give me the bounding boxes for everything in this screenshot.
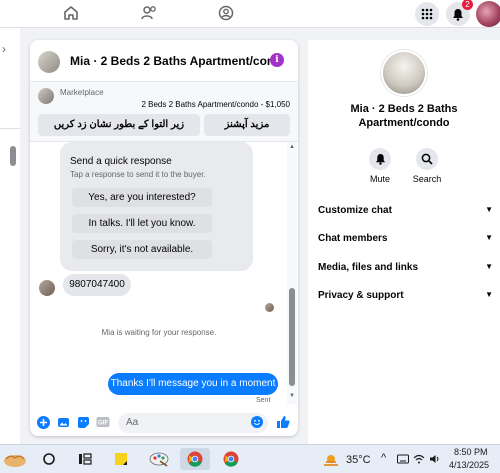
section-label: Customize chat bbox=[318, 205, 392, 216]
emoji-icon[interactable] bbox=[250, 415, 264, 429]
more-options-button[interactable]: مزید آپشنز bbox=[204, 114, 290, 136]
chevron-down-icon: ▼ bbox=[485, 233, 493, 242]
sent-status: Sent bbox=[256, 397, 271, 404]
photo-icon[interactable] bbox=[56, 415, 70, 429]
scroll-up-arrow-icon[interactable]: ▲ bbox=[289, 144, 295, 150]
thumbs-up-icon[interactable] bbox=[276, 415, 290, 429]
mute-button[interactable]: Mute bbox=[360, 148, 400, 184]
message-input[interactable]: Aa bbox=[118, 413, 268, 433]
media-files-links-section[interactable]: Media, files and links ▼ bbox=[318, 259, 493, 277]
quick-response-option[interactable]: In talks. I'll let you know. bbox=[72, 214, 212, 233]
info-icon[interactable]: i bbox=[270, 53, 284, 67]
search-icon bbox=[416, 148, 438, 170]
scroll-thumb[interactable] bbox=[289, 288, 295, 386]
search-button[interactable]: Search bbox=[407, 148, 447, 184]
sticky-notes-icon[interactable] bbox=[110, 448, 132, 470]
details-title[interactable]: Mia · 2 Beds 2 Baths Apartment/condo bbox=[328, 102, 480, 130]
temperature[interactable]: 35°C bbox=[346, 454, 371, 466]
weather-sun-icon[interactable] bbox=[320, 448, 342, 470]
volume-icon[interactable] bbox=[428, 448, 442, 470]
clock-date[interactable]: 4/13/2025 bbox=[449, 460, 489, 470]
bell-icon bbox=[453, 8, 463, 21]
left-sidebar-edge: › bbox=[0, 28, 20, 444]
menu-grid-icon[interactable] bbox=[415, 2, 439, 26]
notification-badge: 2 bbox=[462, 0, 473, 10]
details-avatar[interactable] bbox=[381, 50, 427, 96]
listing-thumbnail[interactable] bbox=[38, 88, 54, 104]
chat-title[interactable]: Mia · 2 Beds 2 Baths Apartment/condo... bbox=[70, 54, 278, 68]
seen-avatar bbox=[265, 303, 274, 312]
widgets-icon[interactable] bbox=[0, 448, 30, 470]
account-avatar[interactable] bbox=[476, 1, 500, 27]
divider bbox=[0, 128, 20, 129]
message-list: Send a quick response Tap a response to … bbox=[30, 142, 298, 406]
section-label: Chat members bbox=[318, 233, 388, 244]
quick-response-title: Send a quick response bbox=[70, 156, 172, 167]
sidebar-scrollbar[interactable] bbox=[10, 146, 16, 166]
svg-text:GIF: GIF bbox=[98, 421, 108, 427]
chrome-window-1[interactable] bbox=[180, 448, 210, 470]
groups-icon[interactable] bbox=[138, 3, 160, 23]
sticker-icon[interactable] bbox=[76, 415, 90, 429]
marketplace-banner: Marketplace 2 Beds 2 Baths Apartment/con… bbox=[30, 82, 298, 142]
paint-app-icon[interactable] bbox=[146, 448, 172, 470]
composer-bar: GIF Aa bbox=[30, 410, 298, 436]
chrome-icon bbox=[187, 451, 203, 467]
collapse-arrow-icon[interactable]: › bbox=[2, 42, 6, 56]
chevron-down-icon: ▼ bbox=[485, 290, 493, 299]
quick-response-subtitle: Tap a response to send it to the buyer. bbox=[70, 170, 206, 179]
chat-window: Mia · 2 Beds 2 Baths Apartment/condo... … bbox=[30, 40, 298, 436]
home-icon[interactable] bbox=[60, 3, 82, 23]
listing-title[interactable]: 2 Beds 2 Baths Apartment/condo - $1,050 bbox=[141, 100, 290, 109]
quick-response-option[interactable]: Yes, are you interested? bbox=[72, 188, 212, 207]
keyboard-icon[interactable] bbox=[396, 448, 410, 470]
wifi-icon[interactable] bbox=[412, 448, 426, 470]
quick-response-option[interactable]: Sorry, it's not available. bbox=[72, 240, 212, 259]
outgoing-message[interactable]: Thanks I'll message you in a moment bbox=[108, 373, 278, 395]
chevron-down-icon: ▼ bbox=[485, 205, 493, 214]
mute-label: Mute bbox=[369, 174, 390, 184]
chat-header[interactable]: Mia · 2 Beds 2 Baths Apartment/condo... … bbox=[30, 40, 298, 82]
plus-icon[interactable] bbox=[36, 415, 50, 429]
profile-circle-icon[interactable] bbox=[215, 3, 237, 23]
conversation-details-panel: Mia · 2 Beds 2 Baths Apartment/condo Mut… bbox=[308, 40, 500, 444]
customize-chat-section[interactable]: Customize chat ▼ bbox=[318, 202, 493, 220]
section-label: Media, files and links bbox=[318, 262, 419, 273]
chevron-down-icon: ▼ bbox=[485, 262, 493, 271]
search-label: Search bbox=[412, 174, 442, 184]
waiting-status: Mia is waiting for your response. bbox=[101, 328, 217, 337]
chat-members-section[interactable]: Chat members ▼ bbox=[318, 230, 493, 248]
quick-response-card: Send a quick response Tap a response to … bbox=[60, 142, 253, 271]
chrome-window-2[interactable] bbox=[216, 448, 246, 470]
privacy-support-section[interactable]: Privacy & support ▼ bbox=[318, 287, 493, 305]
chevron-up-icon[interactable]: ^ bbox=[381, 452, 386, 464]
top-nav: 2 bbox=[0, 0, 500, 28]
taskbar: 35°C ^ 8:50 PM 4/13/2025 bbox=[0, 444, 500, 473]
scroll-down-arrow-icon[interactable]: ▼ bbox=[289, 393, 295, 399]
gif-icon[interactable]: GIF bbox=[96, 415, 110, 429]
bell-icon bbox=[369, 148, 391, 170]
sender-avatar[interactable] bbox=[39, 280, 55, 296]
chrome-icon bbox=[223, 451, 239, 467]
notifications-button[interactable]: 2 bbox=[446, 0, 473, 26]
incoming-message[interactable]: 9807047400 bbox=[63, 274, 131, 296]
search-circle-icon[interactable] bbox=[38, 448, 60, 470]
section-label: Privacy & support bbox=[318, 290, 404, 301]
task-view-icon[interactable] bbox=[74, 448, 96, 470]
mark-pending-button[interactable]: زیر التوا کے بطور نشان زد کریں bbox=[38, 114, 200, 136]
chat-avatar[interactable] bbox=[38, 51, 60, 73]
chat-scrollbar[interactable]: ▲ ▼ bbox=[287, 142, 297, 404]
clock-time[interactable]: 8:50 PM bbox=[454, 447, 488, 457]
marketplace-label: Marketplace bbox=[60, 88, 104, 97]
